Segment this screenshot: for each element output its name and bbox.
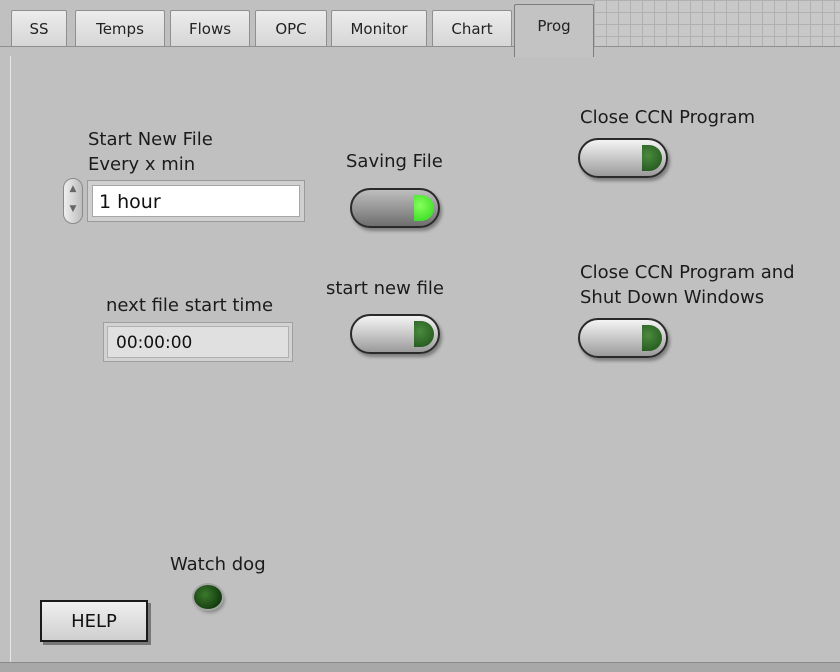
tab-chart[interactable]: Chart [432,10,512,46]
tab-bar: SS Temps Flows OPC Monitor Chart Prog [0,0,840,57]
close-shutdown-label-2: Shut Down Windows [580,287,765,308]
tab-prog[interactable]: Prog [514,4,594,57]
file-interval-field: 1 hour [87,180,305,222]
help-button[interactable]: HELP [40,600,148,642]
start-new-file-label: start new file [326,278,444,299]
watchdog-led-icon [194,585,222,609]
saving-file-lamp-icon [414,195,434,221]
tab-flows[interactable]: Flows [170,10,250,46]
close-program-button[interactable] [578,138,668,178]
file-interval-stepper[interactable]: ▲ ▼ [63,178,83,224]
file-interval-label-2: Every x min [88,154,196,175]
start-new-file-button[interactable] [350,314,440,354]
tab-ss[interactable]: SS [11,10,67,46]
tab-strip-line [0,46,840,47]
tab-temps[interactable]: Temps [75,10,165,46]
next-file-label: next file start time [106,295,274,316]
close-shutdown-lamp-icon [642,325,662,351]
watchdog-label: Watch dog [170,554,266,575]
tab-opc[interactable]: OPC [255,10,327,46]
close-shutdown-label-1: Close CCN Program and [580,262,795,283]
next-file-field: 00:00:00 [103,322,293,362]
file-interval-label-1: Start New File [88,129,213,150]
file-interval-input[interactable]: 1 hour [92,185,300,217]
next-file-value: 00:00:00 [107,326,289,358]
close-program-label: Close CCN Program [580,107,756,128]
close-shutdown-button[interactable] [578,318,668,358]
saving-file-button[interactable] [350,188,440,228]
saving-file-label: Saving File [346,151,443,172]
start-new-file-lamp-icon [414,321,434,347]
tab-monitor[interactable]: Monitor [331,10,427,46]
close-program-lamp-icon [642,145,662,171]
